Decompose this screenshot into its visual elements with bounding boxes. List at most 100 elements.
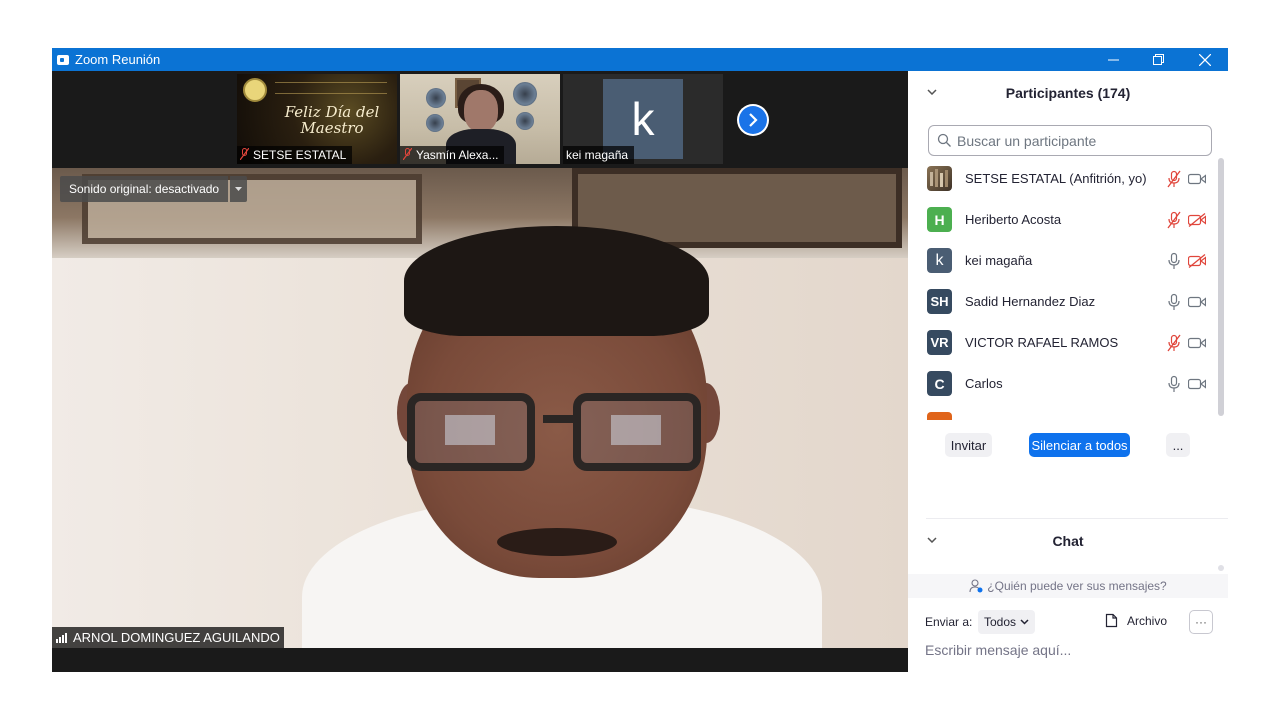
next-page-button[interactable]	[737, 104, 769, 136]
chevron-right-icon	[739, 106, 767, 134]
video-thumbnail-kei[interactable]: k kei magaña	[563, 74, 723, 164]
mic-muted-icon	[402, 147, 413, 163]
video-off-icon[interactable]	[1187, 211, 1207, 229]
thumbnail-name-label: SETSE ESTATAL	[237, 146, 353, 164]
participant-search-input[interactable]: Buscar un participante	[928, 125, 1212, 156]
chat-message-input[interactable]: Escribir mensaje aquí...	[925, 642, 1071, 658]
mic-icon[interactable]	[1166, 252, 1182, 270]
participants-header: Participantes (174)	[908, 71, 1228, 115]
participant-row[interactable]: VR VICTOR RAFAEL RAMOS	[908, 322, 1218, 363]
zoom-app-icon	[57, 54, 69, 65]
thumbnail-name-label: Yasmín Alexa...	[400, 146, 505, 164]
participant-row[interactable]: SETSE ESTATAL (Anfitrión, yo)	[908, 158, 1218, 199]
participant-list-scrollbar[interactable]	[1218, 158, 1224, 418]
invite-button[interactable]: Invitar	[945, 433, 992, 457]
participant-avatar: VR	[927, 330, 952, 355]
participant-list: SETSE ESTATAL (Anfitrión, yo) H Heribert…	[908, 158, 1228, 420]
participant-avatar: H	[927, 207, 952, 232]
send-to-dropdown[interactable]: Todos	[978, 610, 1036, 634]
search-icon	[937, 133, 953, 149]
participant-avatar: C	[927, 371, 952, 396]
collapse-participants-button[interactable]	[927, 86, 937, 98]
wall-plate-decoration	[426, 114, 444, 132]
video-camera-icon[interactable]	[1187, 375, 1207, 393]
original-sound-control: Sonido original: desactivado	[60, 176, 248, 202]
original-sound-button[interactable]: Sonido original: desactivado	[60, 176, 229, 202]
send-to-value: Todos	[984, 615, 1017, 629]
chevron-down-icon	[927, 89, 937, 96]
more-options-button[interactable]: ...	[1166, 433, 1190, 457]
banner-greeting: Feliz Día del Maestro	[284, 103, 380, 137]
participant-row[interactable]	[908, 404, 1218, 420]
chat-title: Chat	[1052, 533, 1084, 549]
chat-header: Chat	[908, 519, 1228, 563]
speaker-moustache	[497, 528, 617, 556]
restore-button[interactable]	[1136, 48, 1182, 71]
minimize-button[interactable]	[1090, 48, 1136, 71]
file-label: Archivo	[1127, 613, 1168, 628]
participant-avatar	[927, 412, 952, 420]
wall-plate-decoration	[513, 82, 537, 106]
window-controls	[1090, 48, 1228, 71]
participant-avatar: SH	[927, 289, 952, 314]
mic-icon[interactable]	[1166, 293, 1182, 311]
speaker-name-label: ARNOL DOMINGUEZ AGUILANDO	[52, 627, 284, 648]
participant-row[interactable]: H Heriberto Acosta	[908, 199, 1218, 240]
video-camera-icon[interactable]	[1187, 293, 1207, 311]
person-info-icon	[969, 579, 983, 593]
video-area: Feliz Día del Maestro SETSE ESTATAL Yasm…	[52, 71, 908, 672]
side-panel: Participantes (174) Buscar un participan…	[908, 71, 1228, 672]
participant-avatar	[927, 166, 952, 191]
participant-face	[464, 90, 498, 132]
collapse-chat-button[interactable]	[927, 534, 937, 546]
mic-muted-icon[interactable]	[1166, 211, 1182, 229]
video-camera-icon[interactable]	[1187, 170, 1207, 188]
speaker-hair	[404, 226, 709, 336]
chevron-down-icon	[1020, 619, 1029, 625]
chat-visibility-link[interactable]: ¿Quién puede ver sus mensajes?	[908, 574, 1228, 598]
video-off-icon[interactable]	[1187, 252, 1207, 270]
participant-name: Sadid Hernandez Diaz	[965, 294, 1096, 309]
institution-logo	[243, 78, 267, 102]
participant-row[interactable]: C Carlos	[908, 363, 1218, 404]
video-bottom-bar	[52, 648, 908, 672]
signal-strength-icon	[56, 632, 68, 643]
chat-scrollbar[interactable]	[1218, 565, 1224, 571]
title-bar: Zoom Reunión	[52, 48, 1228, 71]
restore-icon	[1153, 53, 1164, 65]
close-icon	[1199, 53, 1211, 66]
participant-name: SETSE ESTATAL (Anfitrión, yo)	[965, 171, 1147, 186]
video-camera-icon[interactable]	[1187, 334, 1207, 352]
participant-name: Yasmín Alexa...	[416, 148, 499, 162]
banner-header-lines	[275, 82, 387, 94]
participant-row[interactable]: SH Sadid Hernandez Diaz	[908, 281, 1218, 322]
thumbnail-name-label: kei magaña	[563, 146, 635, 164]
file-button[interactable]: Archivo	[1105, 613, 1167, 628]
speaker-name: ARNOL DOMINGUEZ AGUILANDO	[73, 630, 280, 645]
participant-actions: Invitar Silenciar a todos ...	[908, 430, 1228, 460]
video-thumbnail-setse[interactable]: Feliz Día del Maestro SETSE ESTATAL	[237, 74, 397, 164]
mic-muted-icon[interactable]	[1166, 170, 1182, 188]
chevron-down-icon	[235, 187, 243, 191]
active-speaker-video[interactable]: Sonido original: desactivado ARNOL DOMIN…	[52, 168, 908, 648]
glasses-lens	[573, 393, 701, 471]
participant-name: Carlos	[965, 376, 1003, 391]
chevron-down-icon	[927, 537, 937, 544]
original-sound-dropdown[interactable]	[230, 176, 248, 202]
chat-send-row: Enviar a: Todos Archivo ···	[925, 609, 1225, 635]
glasses-bridge	[543, 415, 573, 423]
mute-all-button[interactable]: Silenciar a todos	[1029, 433, 1130, 457]
mic-muted-icon[interactable]	[1166, 334, 1182, 352]
zoom-window: Zoom Reunión Feliz Día del Maestro SETSE…	[52, 48, 1228, 672]
participant-name: Heriberto Acosta	[965, 212, 1062, 227]
mic-icon[interactable]	[1166, 375, 1182, 393]
close-button[interactable]	[1182, 48, 1228, 71]
video-thumbnail-yasmin[interactable]: Yasmín Alexa...	[400, 74, 560, 164]
chat-more-button[interactable]: ···	[1189, 610, 1213, 634]
participant-row[interactable]: k kei magaña	[908, 240, 1218, 281]
window-title: Zoom Reunión	[75, 52, 161, 67]
participants-title: Participantes (174)	[1005, 85, 1131, 101]
participant-avatar: k	[927, 248, 952, 273]
speaker-glasses	[407, 393, 707, 473]
scrollbar-thumb[interactable]	[1218, 158, 1224, 416]
